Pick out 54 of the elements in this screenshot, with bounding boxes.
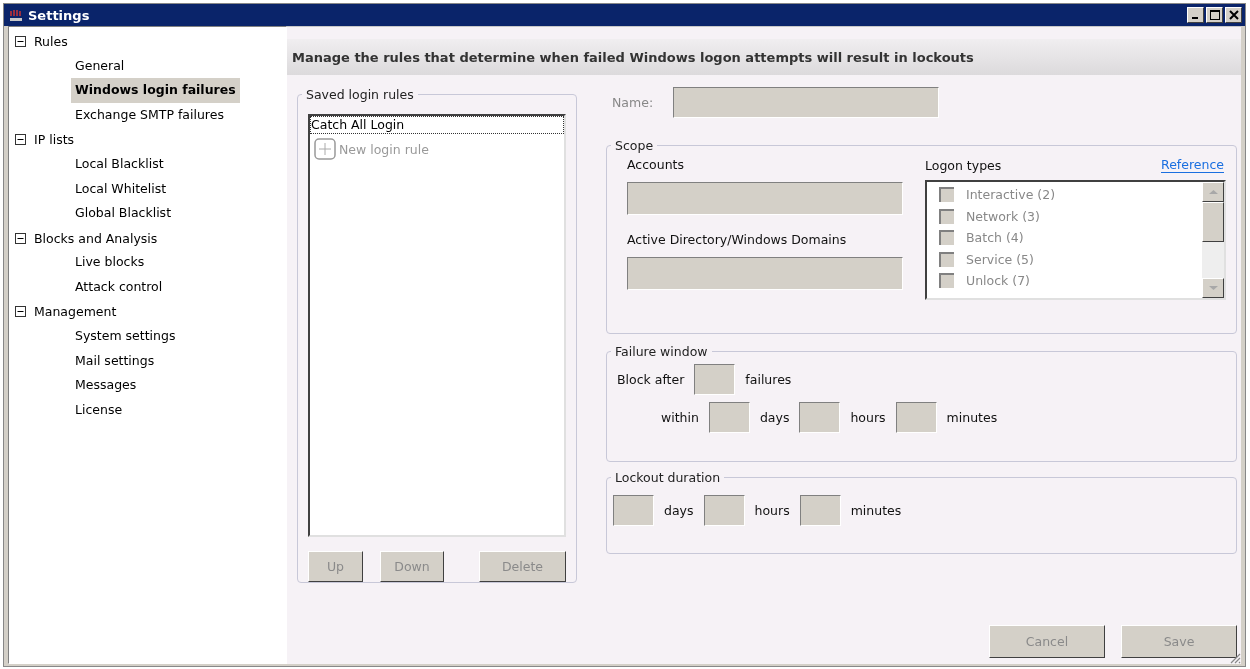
tree-item[interactable]: General — [71, 53, 129, 79]
tree-item[interactable]: License — [71, 397, 127, 423]
group-title: Failure window — [614, 344, 709, 359]
tree-item[interactable]: Local Whitelist — [71, 176, 171, 202]
hours-label: hours — [754, 503, 790, 518]
name-label: Name: — [612, 94, 654, 110]
tree-item[interactable]: Exchange SMTP failures — [71, 102, 228, 128]
group-title: Scope — [614, 138, 655, 153]
reference-link[interactable]: Reference — [1161, 157, 1224, 173]
checkbox[interactable] — [939, 187, 954, 203]
hours-label: hours — [850, 410, 886, 425]
logon-type-label: Service (5) — [966, 251, 1034, 267]
tree-item[interactable]: Live blocks — [71, 250, 149, 275]
logon-types-label: Logon types — [925, 157, 1002, 173]
tree-item[interactable]: Blocks and Analysis — [15, 225, 286, 251]
collapse-icon[interactable] — [15, 306, 26, 318]
days-label: days — [759, 410, 790, 425]
checkbox[interactable] — [939, 273, 954, 289]
checkbox[interactable] — [939, 208, 954, 224]
collapse-icon[interactable] — [15, 232, 26, 244]
tree-item[interactable]: Windows login failures — [71, 78, 240, 103]
list-item[interactable]: Catch All Login — [310, 116, 564, 134]
logon-type-label: Batch (4) — [966, 230, 1024, 246]
block-after-label: Block after — [617, 372, 685, 387]
group-title: Lockout duration — [614, 470, 722, 485]
minutes-label: minutes — [850, 503, 902, 518]
tree-item[interactable]: Mail settings — [71, 348, 159, 374]
group-title: Saved login rules — [305, 87, 415, 102]
collapse-icon[interactable] — [15, 35, 26, 47]
plus-icon[interactable] — [314, 138, 336, 160]
tree-item[interactable]: IP lists — [15, 127, 286, 152]
tree-item[interactable]: System settings — [71, 324, 180, 349]
checkbox[interactable] — [939, 251, 954, 267]
within-label: within — [661, 410, 699, 425]
logon-type-label: Network (3) — [966, 208, 1040, 224]
logon-type-label: Interactive (2) — [966, 187, 1055, 203]
checkbox[interactable] — [939, 230, 954, 246]
window-title: Settings — [28, 7, 90, 23]
domains-label: Active Directory/Windows Domains — [627, 232, 848, 247]
collapse-icon[interactable] — [15, 134, 26, 146]
days-label: days — [664, 503, 694, 518]
minutes-label: minutes — [946, 410, 998, 425]
resize-grip-icon[interactable] — [1229, 652, 1241, 664]
tree-item[interactable]: Management — [15, 299, 286, 325]
tree-item[interactable]: Rules — [15, 29, 286, 54]
app-icon — [8, 7, 24, 23]
failures-label: failures — [745, 372, 792, 387]
page-header: Manage the rules that determine when failed Windows logon attempts will result in lockouts — [287, 39, 1241, 75]
logon-type-label: Unlock (7) — [966, 273, 1030, 289]
tree-item[interactable]: Local Blacklist — [71, 151, 168, 177]
accounts-label: Accounts — [627, 157, 685, 172]
tree-item[interactable]: Messages — [71, 373, 141, 398]
tree-item[interactable]: Attack control — [71, 274, 167, 300]
tree-item[interactable]: Global Blacklist — [71, 201, 176, 226]
